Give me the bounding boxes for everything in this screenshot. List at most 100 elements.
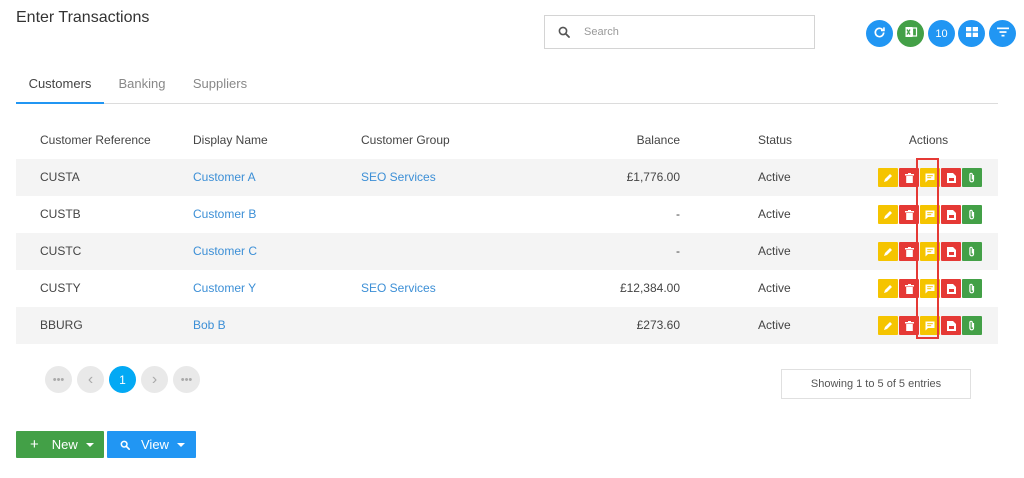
cell-status: Active [758,281,791,295]
header-customer-group[interactable]: Customer Group [361,122,450,159]
header-status[interactable]: Status [758,122,792,159]
customer-name-link[interactable]: Bob B [193,307,226,344]
pdf-icon [946,246,956,257]
view-button[interactable]: View [107,431,196,458]
page: Enter Transactions 10 Customers Banking … [0,0,1024,478]
cell-status: Active [758,244,791,258]
pdf-button[interactable] [941,279,961,298]
cell-balance: £12,384.00 [619,281,680,295]
table-header: Customer Reference Display Name Customer… [16,122,998,159]
comment-button[interactable] [920,205,940,224]
comment-icon [925,210,935,219]
attachment-button[interactable] [962,205,982,224]
pdf-button[interactable] [941,242,961,261]
edit-button[interactable] [878,316,898,335]
comment-button[interactable] [920,168,940,187]
customer-name-link[interactable]: Customer C [193,233,257,270]
delete-button[interactable] [899,242,919,261]
search-input[interactable] [584,26,804,38]
header-display-name[interactable]: Display Name [193,122,268,159]
cell-status: Active [758,207,791,221]
new-button[interactable]: + New [16,431,104,458]
row-actions [878,205,982,224]
prev-page-button[interactable]: ‹ [77,366,104,393]
header-balance[interactable]: Balance [496,122,680,159]
customer-group-link[interactable]: SEO Services [361,159,436,196]
cell-balance: £1,776.00 [626,170,680,184]
attachment-button[interactable] [962,316,982,335]
delete-button[interactable] [899,205,919,224]
comment-icon [925,247,935,256]
edit-icon [884,247,892,256]
pdf-icon [946,320,956,331]
cell-status: Active [758,318,791,332]
filter-button[interactable] [989,20,1016,47]
delete-button[interactable] [899,316,919,335]
new-button-label: New [51,437,78,452]
edit-button[interactable] [878,242,898,261]
edit-button[interactable] [878,168,898,187]
refresh-icon [873,26,886,42]
row-actions [878,242,982,261]
edit-icon [884,173,892,182]
customer-group-link[interactable]: SEO Services [361,270,436,307]
row-actions [878,279,982,298]
excel-export-button[interactable] [897,20,924,47]
entries-summary: Showing 1 to 5 of 5 entries [781,369,971,399]
table-row: CUSTC Customer C - Active [16,233,998,270]
edit-button[interactable] [878,205,898,224]
table-row: CUSTB Customer B - Active [16,196,998,233]
last-page-button[interactable]: ••• [173,366,200,393]
delete-button[interactable] [899,168,919,187]
grid-icon [965,27,978,40]
edit-icon [884,321,892,330]
delete-icon [904,246,914,257]
tab-banking[interactable]: Banking [112,70,172,104]
page-size-button[interactable]: 10 [928,20,955,47]
grid-view-button[interactable] [958,20,985,47]
cell-reference: CUSTB [40,207,81,221]
comment-button[interactable] [920,316,940,335]
pdf-button[interactable] [941,168,961,187]
customer-name-link[interactable]: Customer A [193,159,256,196]
customer-name-link[interactable]: Customer B [193,196,256,233]
plus-icon: + [30,436,39,453]
comment-icon [925,321,935,330]
header-actions: Actions [908,133,949,147]
search-box[interactable] [544,15,815,49]
refresh-button[interactable] [866,20,893,47]
delete-icon [904,209,914,220]
header-customer-reference[interactable]: Customer Reference [40,122,151,159]
table-row: CUSTY Customer Y SEO Services £12,384.00… [16,270,998,307]
table-row: CUSTA Customer A SEO Services £1,776.00 … [16,159,998,196]
delete-button[interactable] [899,279,919,298]
table-row: BBURG Bob B £273.60 Active [16,307,998,344]
cell-balance: - [676,207,680,221]
pdf-button[interactable] [941,316,961,335]
customer-name-link[interactable]: Customer Y [193,270,256,307]
tab-customers[interactable]: Customers [16,70,104,104]
row-actions [878,316,982,335]
pdf-icon [946,172,956,183]
tab-suppliers[interactable]: Suppliers [186,70,254,104]
row-actions [878,168,982,187]
next-page-button[interactable]: › [141,366,168,393]
comment-button[interactable] [920,279,940,298]
edit-button[interactable] [878,279,898,298]
attachment-icon [969,209,975,220]
cell-balance: - [676,244,680,258]
attachment-button[interactable] [962,168,982,187]
comment-button[interactable] [920,242,940,261]
first-page-button[interactable]: ••• [45,366,72,393]
customers-table: Customer Reference Display Name Customer… [16,122,998,344]
page-title: Enter Transactions [16,9,150,26]
attachment-button[interactable] [962,279,982,298]
pdf-icon [946,209,956,220]
delete-icon [904,320,914,331]
edit-icon [884,210,892,219]
attachment-button[interactable] [962,242,982,261]
pdf-button[interactable] [941,205,961,224]
search-icon [120,440,130,450]
page-1-button[interactable]: 1 [109,366,136,393]
cell-reference: BBURG [40,318,83,332]
